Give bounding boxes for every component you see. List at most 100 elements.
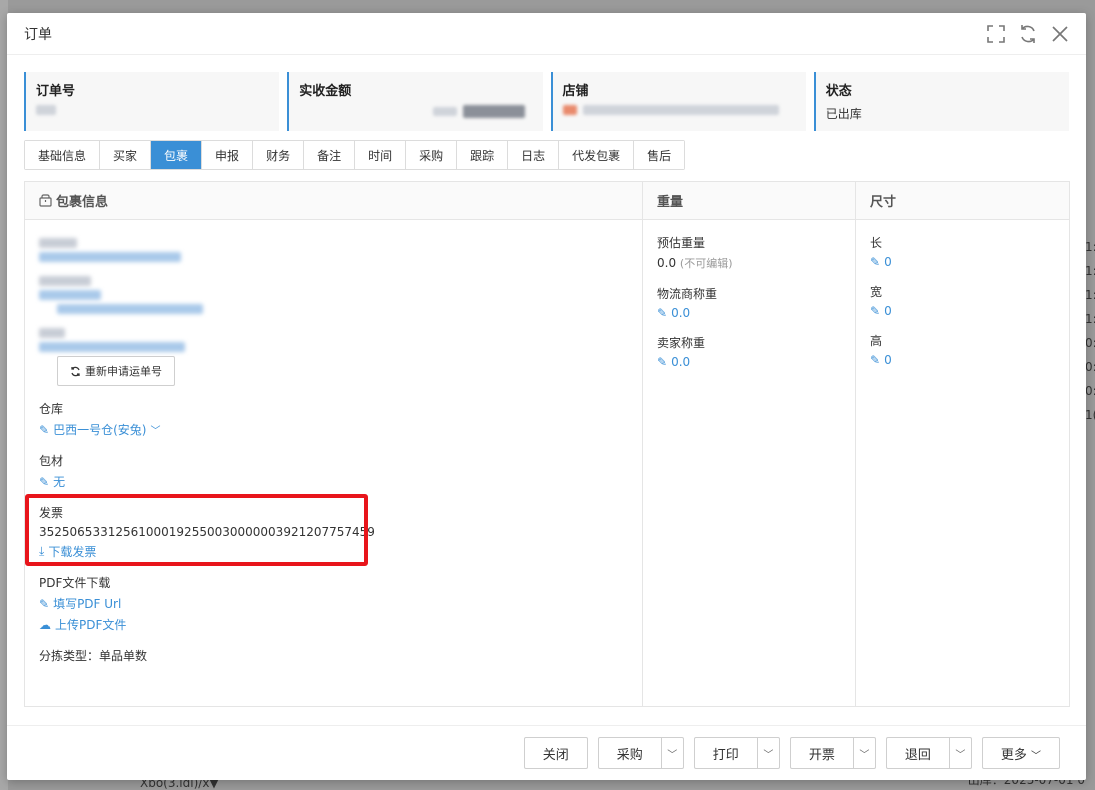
package-info-title: 包裹信息 bbox=[56, 195, 109, 210]
tab-package[interactable]: 包裹 bbox=[151, 141, 203, 169]
chevron-down-icon[interactable]: ﹀ bbox=[756, 738, 779, 768]
tab-time[interactable]: 时间 bbox=[355, 141, 407, 169]
shop-label: 店铺 bbox=[562, 84, 589, 99]
tab-declaration[interactable]: 申报 bbox=[202, 141, 254, 169]
amount-label: 实收金额 bbox=[299, 84, 352, 99]
order-modal: 订单 订单号 实收金额 店铺 状态 已出库 基础信息 买家 包裹 申报 财务 备… bbox=[7, 13, 1086, 780]
pdf-upload-row: ☁ 上传PDF文件 bbox=[39, 616, 628, 633]
modal-title: 订单 bbox=[24, 26, 52, 43]
packaging-text: 无 bbox=[53, 475, 66, 489]
length-value: 0 bbox=[884, 255, 892, 269]
width-edit-link[interactable]: ✎ 0 bbox=[870, 304, 892, 318]
invoice-button[interactable]: 开票 ﹀ bbox=[789, 737, 876, 769]
more-button[interactable]: 更多 ﹀ bbox=[981, 737, 1060, 769]
fullscreen-icon[interactable] bbox=[986, 24, 1006, 44]
invoice-field: 发票 3525065331256100019255003000000392120… bbox=[25, 494, 628, 566]
seller-weight-value: 0.0 bbox=[671, 355, 691, 369]
packaging-label: 包材 bbox=[39, 454, 64, 468]
bg-right-text: 0: bbox=[1085, 360, 1095, 374]
carrier-weight-edit-link[interactable]: ✎ 0.0 bbox=[657, 306, 690, 320]
tab-purchase[interactable]: 采购 bbox=[406, 141, 458, 169]
height-value: 0 bbox=[884, 353, 892, 367]
length-label: 长 bbox=[870, 236, 883, 250]
edit-icon: ✎ bbox=[657, 355, 668, 369]
height-label: 高 bbox=[870, 334, 883, 348]
amount-card: 实收金额 bbox=[287, 72, 543, 131]
purchase-button-label: 采购 bbox=[616, 747, 643, 763]
estimated-weight-value-row: 0.0 (不可编辑) bbox=[657, 255, 841, 271]
tab-buyer[interactable]: 买家 bbox=[100, 141, 152, 169]
edit-icon: ✎ bbox=[870, 304, 881, 318]
pdf-fill-row: ✎ 填写PDF Url bbox=[39, 595, 628, 612]
size-column: 尺寸 长 ✎ 0 宽 ✎ 0 高 ✎ 0 bbox=[856, 182, 1069, 706]
height-edit-link[interactable]: ✎ 0 bbox=[870, 353, 892, 367]
warehouse-value: ✎ 巴西一号仓(安兔) ﹀ bbox=[39, 421, 628, 438]
bg-right-text: 1: bbox=[1085, 312, 1095, 326]
tab-finance[interactable]: 财务 bbox=[253, 141, 305, 169]
width-label: 宽 bbox=[870, 285, 883, 299]
cloud-upload-icon: ☁ bbox=[39, 617, 51, 632]
refresh-icon[interactable] bbox=[1018, 24, 1038, 44]
shop-value bbox=[562, 105, 796, 115]
chevron-down-icon[interactable]: ﹀ bbox=[948, 738, 971, 768]
height-value-row: ✎ 0 bbox=[870, 353, 1055, 367]
tab-tracking[interactable]: 跟踪 bbox=[457, 141, 509, 169]
print-button[interactable]: 打印 ﹀ bbox=[693, 737, 780, 769]
bg-right-text: 1: bbox=[1085, 240, 1095, 254]
reapply-tracking-button[interactable]: 重新申请运单号 bbox=[57, 356, 175, 386]
packaging-edit-link[interactable]: ✎ 无 bbox=[39, 473, 65, 490]
estimated-weight-note: (不可编辑) bbox=[679, 257, 733, 270]
reapply-tracking-label: 重新申请运单号 bbox=[85, 365, 162, 378]
carrier-weight-label: 物流商称重 bbox=[657, 287, 718, 301]
seller-weight-edit-link[interactable]: ✎ 0.0 bbox=[657, 355, 690, 369]
carrier-weight-value-row: ✎ 0.0 bbox=[657, 306, 841, 320]
close-icon[interactable] bbox=[1050, 24, 1070, 44]
return-button-label: 退回 bbox=[904, 747, 931, 763]
estimated-weight-field: 预估重量 0.0 (不可编辑) bbox=[657, 234, 841, 271]
upload-pdf-link[interactable]: ☁ 上传PDF文件 bbox=[39, 616, 126, 633]
bg-right-text: 1: bbox=[1085, 288, 1095, 302]
close-button[interactable]: 关闭 bbox=[523, 737, 588, 769]
blurred-tracking-3 bbox=[39, 328, 628, 352]
warehouse-label: 仓库 bbox=[39, 402, 64, 416]
blurred-tracking-2 bbox=[39, 276, 628, 314]
length-field: 长 ✎ 0 bbox=[870, 234, 1055, 269]
bg-right-text: 0: bbox=[1085, 384, 1095, 398]
invoice-button-label: 开票 bbox=[808, 747, 835, 763]
invoice-highlight-box bbox=[25, 494, 368, 566]
chevron-down-icon[interactable]: ﹀ bbox=[852, 738, 875, 768]
estimated-weight-value: 0.0 bbox=[657, 256, 677, 270]
order-number-label: 订单号 bbox=[36, 84, 76, 99]
bg-right-text: 1( bbox=[1085, 408, 1095, 422]
tab-after-sales[interactable]: 售后 bbox=[634, 141, 685, 169]
package-icon bbox=[39, 194, 52, 207]
tab-notes[interactable]: 备注 bbox=[304, 141, 356, 169]
pdf-label: PDF文件下载 bbox=[39, 576, 111, 590]
carrier-weight-value: 0.0 bbox=[671, 306, 691, 320]
tab-dropship-package[interactable]: 代发包裹 bbox=[559, 141, 635, 169]
more-button-text: 更多 bbox=[1000, 747, 1027, 763]
weight-header: 重量 bbox=[643, 182, 855, 220]
blurred-tracking-1 bbox=[39, 238, 628, 262]
width-value-row: ✎ 0 bbox=[870, 304, 1055, 318]
tab-logs[interactable]: 日志 bbox=[508, 141, 560, 169]
header-actions bbox=[986, 24, 1070, 44]
warehouse-name: 巴西一号仓(安兔) bbox=[53, 423, 147, 437]
edit-icon: ✎ bbox=[870, 255, 881, 269]
package-content: 包裹信息 重新申请运单号 仓库 ✎ 巴西一号仓(安兔) ﹀ 包材 ✎ 无 发票 … bbox=[24, 181, 1070, 707]
width-field: 宽 ✎ 0 bbox=[870, 283, 1055, 318]
warehouse-edit-link[interactable]: ✎ 巴西一号仓(安兔) ﹀ bbox=[39, 421, 160, 438]
edit-icon: ✎ bbox=[657, 306, 668, 320]
modal-footer: 关闭 采购 ﹀ 打印 ﹀ 开票 ﹀ 退回 ﹀ 更多 ﹀ bbox=[7, 725, 1086, 780]
return-button[interactable]: 退回 ﹀ bbox=[885, 737, 972, 769]
edit-icon: ✎ bbox=[39, 474, 50, 489]
chevron-down-icon: ﹀ bbox=[150, 426, 161, 437]
seller-weight-value-row: ✎ 0.0 bbox=[657, 355, 841, 369]
fill-pdf-url-link[interactable]: ✎ 填写PDF Url bbox=[39, 595, 121, 612]
weight-body: 预估重量 0.0 (不可编辑) 物流商称重 ✎ 0.0 卖家称重 ✎ 0.0 bbox=[643, 220, 855, 397]
chevron-down-icon[interactable]: ﹀ bbox=[660, 738, 683, 768]
length-edit-link[interactable]: ✎ 0 bbox=[870, 255, 892, 269]
purchase-button[interactable]: 采购 ﹀ bbox=[597, 737, 684, 769]
tab-basic-info[interactable]: 基础信息 bbox=[25, 141, 101, 169]
weight-column: 重量 预估重量 0.0 (不可编辑) 物流商称重 ✎ 0.0 卖家称重 ✎ 0.… bbox=[643, 182, 856, 706]
